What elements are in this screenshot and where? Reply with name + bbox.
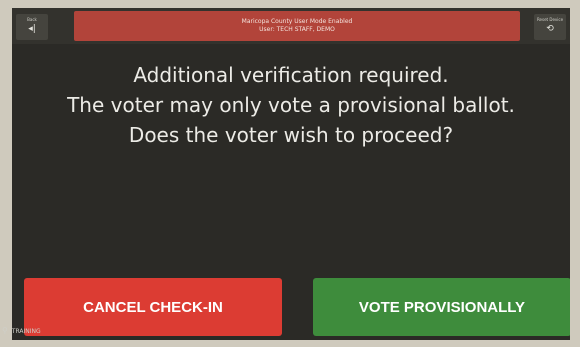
back-icon: ◂| — [28, 24, 36, 34]
location-pin-icon: ⚲ — [2, 326, 8, 335]
training-label: TRAINING — [11, 328, 41, 335]
reset-icon: ⟲ — [546, 24, 554, 34]
user-mode-banner: Maricopa County User Mode Enabled User: … — [74, 11, 520, 41]
back-button[interactable]: Back ◂| — [16, 14, 48, 40]
user-name-text: User: TECH STAFF, DEMO — [259, 26, 335, 33]
verification-message: Additional verification required. The vo… — [12, 60, 570, 150]
message-line-3: Does the voter wish to proceed? — [128, 123, 454, 147]
user-mode-text: Maricopa County User Mode Enabled — [241, 18, 353, 25]
message-line-1: Additional verification required. — [133, 63, 449, 87]
cancel-check-in-button[interactable]: CANCEL CHECK-IN — [24, 278, 282, 336]
vote-provisionally-button[interactable]: VOTE PROVISIONALLY — [313, 278, 570, 336]
message-line-2: The voter may only vote a provisional ba… — [67, 93, 515, 117]
top-bar: Back ◂| Maricopa County User Mode Enable… — [12, 8, 570, 44]
pollbook-screen: Back ◂| Maricopa County User Mode Enable… — [12, 8, 570, 340]
training-indicator: ⚲ TRAINING — [2, 326, 41, 336]
reset-device-button[interactable]: Reset Device ⟲ — [534, 14, 566, 40]
